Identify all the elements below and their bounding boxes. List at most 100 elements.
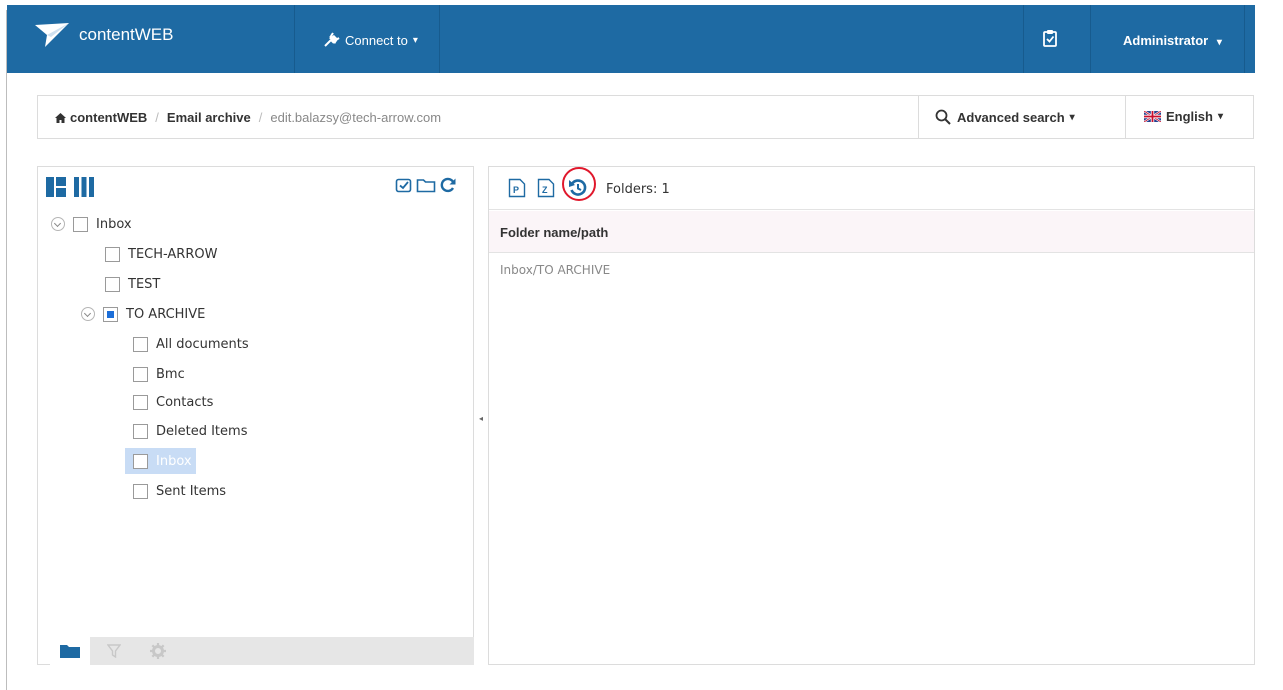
tree-node-inbox[interactable]: Inbox [51, 211, 132, 237]
tree-node-label: All documents [156, 336, 249, 352]
paper-plane-icon [35, 23, 69, 47]
nav-divider [1244, 5, 1245, 73]
breadcrumb-bar: contentWEB / Email archive / edit.balazs… [37, 95, 1254, 139]
tree-node-deleted-items[interactable]: Deleted Items [133, 418, 247, 444]
tree-node-label: Contacts [156, 394, 214, 410]
caret-down-icon: ▾ [412, 34, 418, 46]
folder-path-cell: Inbox/TO ARCHIVE [500, 263, 611, 277]
breadcrumb-home-label: contentWEB [70, 110, 148, 125]
filter-icon [107, 644, 121, 658]
folder-count: Folders: 1 [606, 182, 670, 197]
brand-name: contentWEB [79, 25, 174, 44]
expand-icon[interactable] [81, 307, 95, 321]
nav-divider [294, 5, 295, 73]
tree-node-label: TECH-ARROW [128, 246, 218, 262]
tree-node-label: Inbox [156, 453, 192, 469]
checkbox[interactable] [133, 453, 148, 469]
nav-divider [1023, 5, 1024, 73]
checkbox[interactable] [133, 423, 148, 439]
restore-history-icon [569, 179, 587, 196]
export-zip-button[interactable]: Z [535, 177, 557, 199]
breadcrumb-section[interactable]: Email archive [167, 110, 251, 125]
plug-icon [324, 32, 340, 47]
tree-toolbar [38, 167, 473, 209]
tab-filter[interactable] [94, 637, 134, 665]
gear-icon [150, 643, 166, 659]
panel-tabs [50, 637, 474, 665]
language-selector[interactable]: English ▾ [1144, 109, 1223, 124]
svg-text:Z: Z [542, 185, 548, 195]
folder-tree-panel: Inbox TECH-ARROW TEST TO ARCHIVE All doc… [37, 166, 474, 665]
divider [918, 96, 919, 138]
checkbox[interactable] [133, 336, 148, 352]
tab-folders[interactable] [50, 637, 90, 665]
results-panel: P Z Folders: 1 Folder name/path Inbox/TO… [488, 166, 1255, 665]
breadcrumb-home[interactable]: contentWEB [55, 110, 147, 125]
folder-icon [60, 645, 80, 658]
language-label: English [1166, 109, 1213, 124]
tree-node-sent-items[interactable]: Sent Items [133, 478, 226, 504]
zip-export-icon: Z [537, 178, 555, 198]
tree-node-all-documents[interactable]: All documents [133, 331, 249, 357]
pdf-export-icon: P [508, 178, 526, 198]
advanced-search-button[interactable]: Advanced search ▾ [935, 109, 1075, 125]
tree-node-inbox-selected[interactable]: Inbox [125, 448, 196, 474]
home-icon [55, 112, 66, 123]
tree-node-test[interactable]: TEST [105, 271, 160, 297]
select-all-icon[interactable] [395, 176, 413, 194]
breadcrumb-current: edit.balazsy@tech-arrow.com [270, 110, 442, 125]
caret-down-icon: ▾ [1069, 111, 1075, 123]
tree-node-to-archive[interactable]: TO ARCHIVE [81, 301, 205, 327]
tree-node-contacts[interactable]: Contacts [133, 389, 213, 415]
column-header-folder[interactable]: Folder name/path [500, 225, 608, 240]
expand-icon[interactable] [51, 217, 65, 231]
refresh-icon[interactable] [439, 176, 457, 194]
divider [1125, 96, 1126, 138]
tree-node-tech-arrow[interactable]: TECH-ARROW [105, 241, 217, 267]
page-edge [6, 10, 7, 690]
search-icon [935, 109, 951, 125]
advanced-search-label: Advanced search [957, 109, 1065, 125]
tree-node-bmc[interactable]: Bmc [133, 361, 185, 387]
breadcrumb-separator: / [258, 110, 263, 125]
table-header: Folder name/path [489, 211, 1254, 253]
uk-flag-icon [1144, 111, 1161, 122]
connect-to-label: Connect to [345, 32, 408, 48]
svg-text:P: P [513, 185, 519, 195]
tree-node-label: Inbox [96, 216, 132, 232]
checkbox[interactable] [105, 246, 120, 262]
collapse-arrow-icon[interactable]: ◂ [479, 414, 483, 423]
brand-logo[interactable]: contentWEB [35, 23, 174, 47]
checkbox-partial[interactable] [103, 306, 118, 322]
breadcrumb: contentWEB / Email archive / edit.balazs… [55, 110, 441, 125]
user-menu[interactable]: Administrator ▾ [1123, 33, 1222, 48]
caret-down-icon: ▾ [1217, 111, 1223, 122]
tree-node-label: TO ARCHIVE [126, 306, 206, 322]
top-navbar: contentWEB Connect to ▾ Administrator ▾ [7, 5, 1255, 73]
folder-icon[interactable] [416, 176, 436, 194]
restore-button[interactable] [567, 177, 589, 199]
checkbox[interactable] [73, 216, 88, 232]
column-view-icon[interactable] [73, 176, 95, 198]
nav-divider [1090, 5, 1091, 73]
results-toolbar: P Z Folders: 1 [489, 167, 1254, 210]
nav-divider [439, 5, 440, 73]
checkbox[interactable] [133, 394, 148, 410]
tree-node-label: Deleted Items [156, 423, 248, 439]
export-pdf-button[interactable]: P [506, 177, 528, 199]
clipboard-check-icon[interactable] [1043, 29, 1057, 50]
tree-node-label: Bmc [156, 366, 185, 382]
checkbox[interactable] [133, 366, 148, 382]
checkbox[interactable] [105, 276, 120, 292]
caret-down-icon: ▾ [1216, 37, 1222, 48]
connect-to-menu[interactable]: Connect to ▾ [323, 32, 418, 48]
table-row[interactable]: Inbox/TO ARCHIVE [489, 254, 1254, 288]
tree-node-label: Sent Items [156, 483, 227, 499]
tree-node-label: TEST [128, 276, 161, 292]
tree-view-icon[interactable] [45, 176, 67, 198]
breadcrumb-separator: / [155, 110, 159, 125]
panel-splitter[interactable]: ◂ [475, 166, 487, 665]
checkbox[interactable] [133, 483, 148, 499]
user-name: Administrator [1123, 33, 1209, 48]
tab-settings[interactable] [138, 637, 178, 665]
